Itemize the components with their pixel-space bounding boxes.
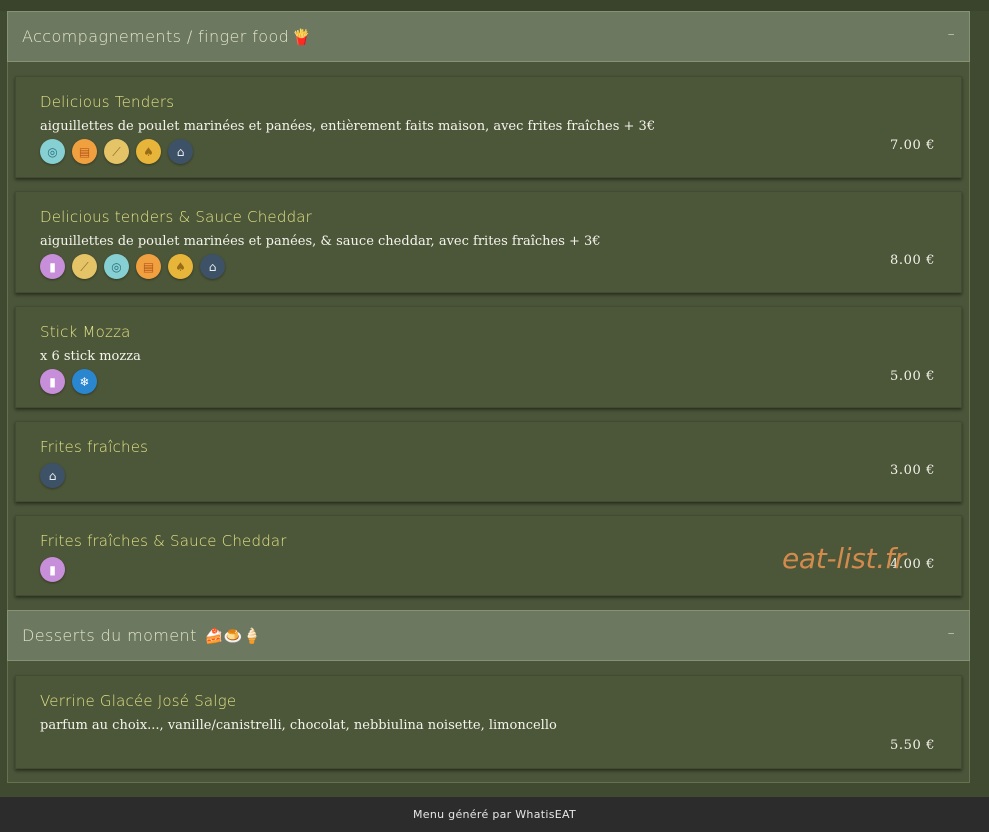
watermark-text: eat-list.fr: [782, 542, 906, 575]
gluten-icon[interactable]: ⟋: [72, 254, 97, 279]
allergen-icons: ▮ ❄: [40, 369, 97, 394]
fish-icon[interactable]: ◎: [40, 139, 65, 164]
mustard-icon[interactable]: ♠: [168, 254, 193, 279]
collapse-toggle-icon[interactable]: –: [948, 26, 955, 42]
milk-icon[interactable]: ▮: [40, 254, 65, 279]
menu-page: Accompagnements / finger food 🍟 – Delici…: [0, 0, 989, 832]
frozen-icon[interactable]: ❄: [72, 369, 97, 394]
menu-item-card[interactable]: Frites fraîches ⌂ 3.00 €: [15, 421, 962, 502]
item-name: Frites fraîches: [40, 438, 149, 456]
gluten-icon[interactable]: ⟋: [104, 139, 129, 164]
section-header-desserts[interactable]: Desserts du moment 🍰🍮🍦 –: [7, 610, 970, 661]
milk-icon[interactable]: ▮: [40, 557, 65, 582]
item-description: parfum au choix..., vanille/canistrelli,…: [40, 718, 557, 733]
section-title: Desserts du moment: [22, 626, 197, 645]
footer-text: Menu généré par WhatisEAT: [412, 808, 576, 821]
section-header-accompagnements[interactable]: Accompagnements / finger food 🍟 –: [7, 11, 970, 62]
homemade-icon[interactable]: ⌂: [200, 254, 225, 279]
allergen-icons: ▮: [40, 557, 65, 582]
item-description: aiguillettes de poulet marinées et panée…: [40, 234, 601, 249]
item-name: Verrine Glacée José Salge: [40, 692, 237, 710]
fries-emoji-icon: 🍟: [292, 27, 312, 46]
item-price: 7.00 €: [890, 138, 935, 153]
item-name: Delicious tenders & Sauce Cheddar: [40, 208, 313, 226]
menu-item-card[interactable]: Delicious Tenders aiguillettes de poulet…: [15, 76, 962, 178]
item-price: 5.50 €: [890, 738, 935, 753]
egg-icon[interactable]: ▤: [72, 139, 97, 164]
collapse-toggle-icon[interactable]: –: [948, 625, 955, 641]
section-title: Accompagnements / finger food: [22, 27, 290, 46]
item-price: 5.00 €: [890, 369, 935, 384]
allergen-icons: ◎ ▤ ⟋ ♠ ⌂: [40, 139, 193, 164]
dessert-emoji-icon: 🍰🍮🍦: [204, 626, 262, 645]
homemade-icon[interactable]: ⌂: [40, 463, 65, 488]
item-name: Delicious Tenders: [40, 93, 175, 111]
homemade-icon[interactable]: ⌂: [168, 139, 193, 164]
mustard-icon[interactable]: ♠: [136, 139, 161, 164]
item-price: 8.00 €: [890, 253, 935, 268]
fish-icon[interactable]: ◎: [104, 254, 129, 279]
allergen-icons: ▮ ⟋ ◎ ▤ ♠ ⌂: [40, 254, 225, 279]
milk-icon[interactable]: ▮: [40, 369, 65, 394]
menu-item-card[interactable]: Verrine Glacée José Salge parfum au choi…: [15, 675, 962, 769]
footer: Menu généré par WhatisEAT: [0, 797, 989, 832]
item-price: 3.00 €: [890, 463, 935, 478]
egg-icon[interactable]: ▤: [136, 254, 161, 279]
menu-item-card[interactable]: Delicious tenders & Sauce Cheddar aiguil…: [15, 191, 962, 293]
item-name: Stick Mozza: [40, 323, 131, 341]
item-description: aiguillettes de poulet marinées et panée…: [40, 119, 656, 134]
item-name: Frites fraîches & Sauce Cheddar: [40, 532, 287, 550]
menu-item-card[interactable]: Stick Mozza x 6 stick mozza ▮ ❄ 5.00 €: [15, 306, 962, 408]
allergen-icons: ⌂: [40, 463, 65, 488]
item-description: x 6 stick mozza: [40, 349, 141, 364]
top-strip: [0, 0, 989, 11]
